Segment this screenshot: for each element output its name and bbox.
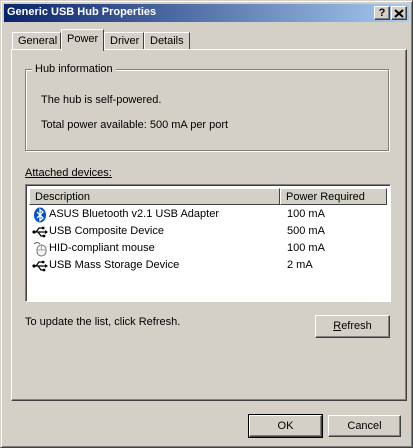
device-power: 100 mA [287,208,325,220]
hub-information-label: Hub information [32,63,116,75]
tab-power[interactable]: Power [61,29,104,51]
cancel-button[interactable]: Cancel [328,415,401,437]
column-header-power-required[interactable]: Power Required [280,188,387,205]
device-power: 100 mA [287,242,325,254]
usb-icon [32,226,48,238]
list-item[interactable]: USB Composite Device 500 mA [30,223,388,240]
device-description: ASUS Bluetooth v2.1 USB Adapter [49,208,219,220]
device-description: USB Mass Storage Device [49,259,180,271]
device-power: 500 mA [287,225,325,237]
tab-details[interactable]: Details [144,32,190,49]
device-power: 2 mA [287,259,313,271]
column-header-description[interactable]: Description [29,188,280,205]
total-power-text: Total power available: 500 mA per port [41,119,229,131]
device-description: HID-compliant mouse [49,242,155,254]
mouse-icon [33,242,47,257]
list-item[interactable]: ASUS Bluetooth v2.1 USB Adapter 100 mA [30,206,388,223]
refresh-hint-text: To update the list, click Refresh. [25,316,181,328]
refresh-button[interactable]: Refresh [315,315,390,338]
close-icon [394,9,404,18]
self-powered-text: The hub is self-powered. [41,94,162,106]
bluetooth-icon [34,207,46,223]
title-bar[interactable]: Generic USB Hub Properties ? [4,4,409,22]
tab-general[interactable]: General [12,32,61,49]
list-item[interactable]: HID-compliant mouse 100 mA [30,240,388,257]
attached-devices-label: Attached devices: [25,167,112,179]
hub-information-group [25,69,389,151]
list-item[interactable]: USB Mass Storage Device 2 mA [30,257,388,274]
device-description: USB Composite Device [49,225,164,237]
attached-devices-list[interactable]: Description Power Required ASUS Bluetoot… [25,184,391,302]
usb-icon [32,260,48,272]
properties-dialog: Generic USB Hub Properties ? General Pow… [0,0,413,448]
tab-driver[interactable]: Driver [104,32,144,49]
ok-button[interactable]: OK [248,414,323,438]
help-button[interactable]: ? [374,6,390,20]
window-title: Generic USB Hub Properties [7,6,157,18]
close-button[interactable] [391,6,407,20]
